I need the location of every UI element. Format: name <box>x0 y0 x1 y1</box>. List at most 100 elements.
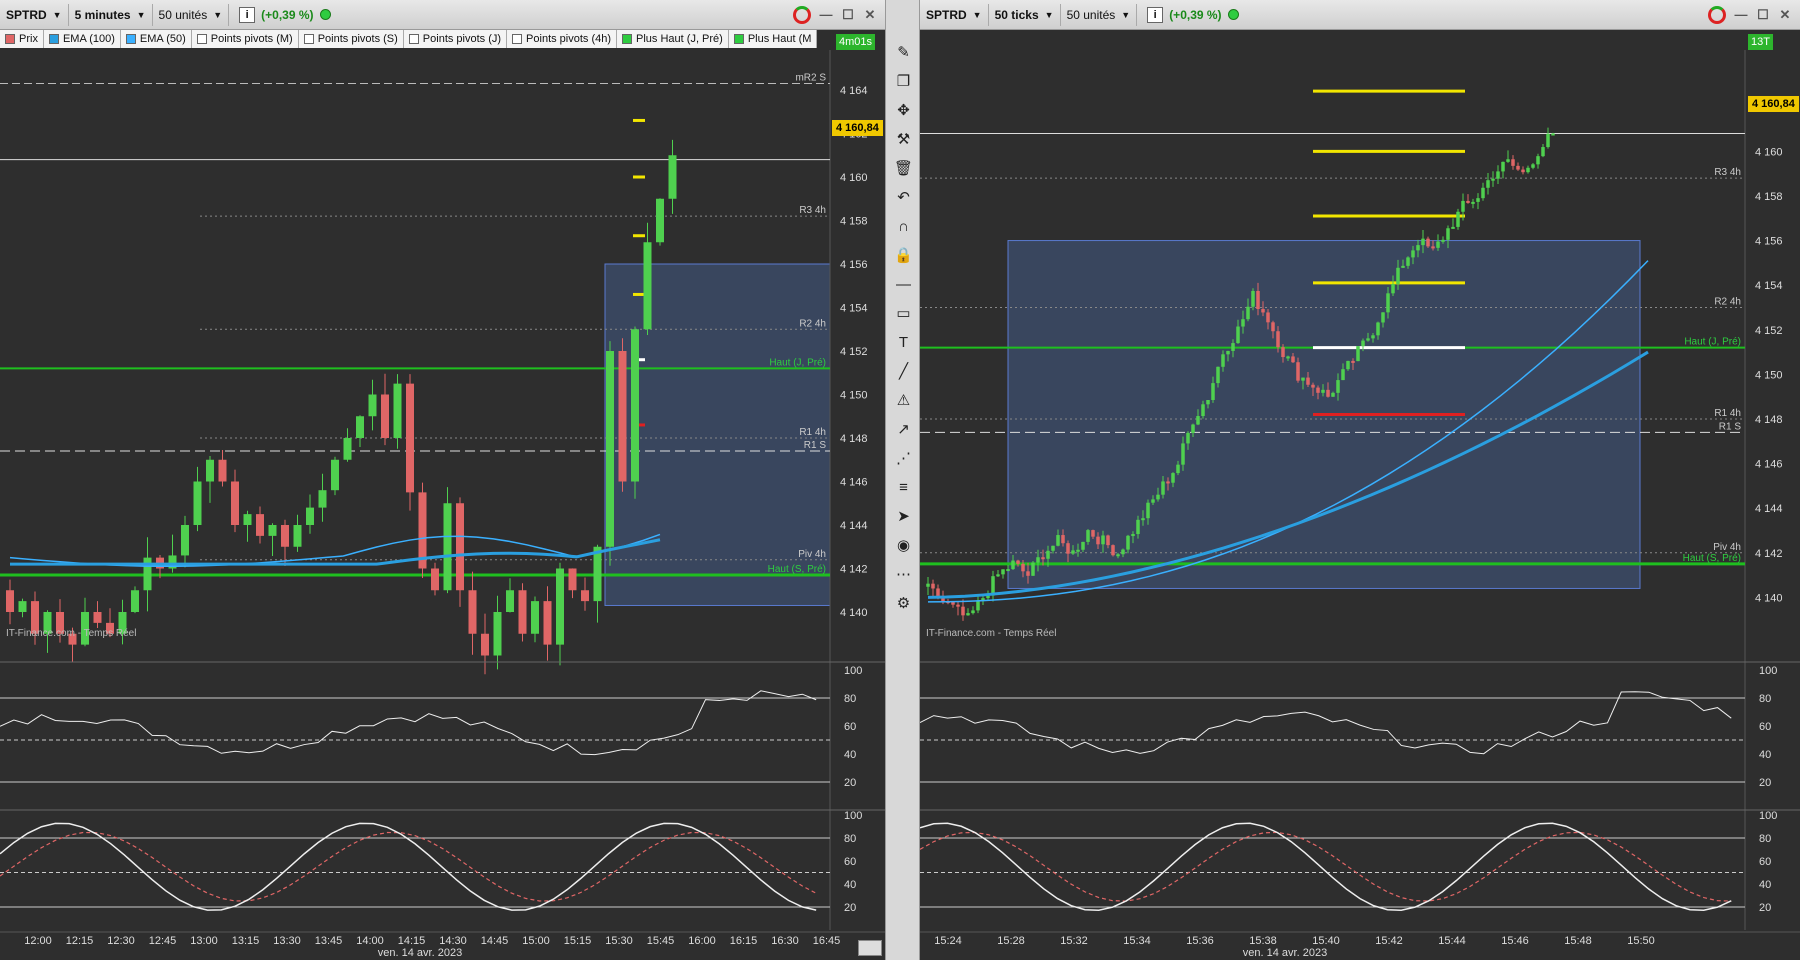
info-icon[interactable]: i <box>239 6 256 23</box>
candle-body[interactable] <box>1551 133 1555 136</box>
move-icon[interactable]: ✥ <box>891 98 916 122</box>
candle-body[interactable] <box>668 155 677 199</box>
candle-body[interactable] <box>1186 432 1190 444</box>
candle-body[interactable] <box>1021 563 1025 572</box>
candle-body[interactable] <box>1056 535 1060 546</box>
minimize-icon[interactable]: — <box>819 7 833 22</box>
candle-body[interactable] <box>406 383 414 493</box>
candle-body[interactable] <box>181 525 189 556</box>
candle-body[interactable] <box>1046 550 1050 559</box>
stoch-signal-line[interactable] <box>0 831 817 902</box>
candle-body[interactable] <box>6 590 14 612</box>
candle-body[interactable] <box>1446 228 1450 240</box>
magnet-icon[interactable]: ∩ <box>891 214 916 238</box>
candle-body[interactable] <box>1211 383 1215 400</box>
candle-body[interactable] <box>1136 519 1140 535</box>
candle-body[interactable] <box>1011 560 1015 570</box>
trash-icon[interactable]: 🗑 <box>891 156 916 180</box>
candle-body[interactable] <box>1206 399 1210 405</box>
candle-body[interactable] <box>1536 156 1540 165</box>
close-icon[interactable]: ✕ <box>1778 7 1792 22</box>
candle-body[interactable] <box>543 601 552 645</box>
candle-body[interactable] <box>293 525 302 547</box>
candle-body[interactable] <box>93 612 102 623</box>
candle-body[interactable] <box>1181 443 1185 465</box>
candle-body[interactable] <box>1086 530 1090 542</box>
candle-body[interactable] <box>1041 557 1045 560</box>
minimize-icon[interactable]: — <box>1734 7 1748 22</box>
tools-icon[interactable]: ⚒ <box>891 127 916 151</box>
candle-body[interactable] <box>1376 322 1380 336</box>
candle-body[interactable] <box>531 601 539 634</box>
candle-body[interactable] <box>468 590 477 634</box>
candle-body[interactable] <box>1161 481 1165 495</box>
candle-body[interactable] <box>393 383 402 438</box>
candle-body[interactable] <box>1151 499 1155 503</box>
candle-body[interactable] <box>1256 290 1260 310</box>
candle-body[interactable] <box>1371 335 1375 339</box>
candle-body[interactable] <box>1266 312 1270 323</box>
candle-body[interactable] <box>1541 147 1545 157</box>
candle-body[interactable] <box>1336 380 1340 393</box>
candle-body[interactable] <box>956 604 960 607</box>
copy-icon[interactable]: ❐ <box>891 69 916 93</box>
candle-body[interactable] <box>1221 354 1225 367</box>
candle-body[interactable] <box>961 606 965 616</box>
candle-body[interactable] <box>1361 340 1365 347</box>
candle-body[interactable] <box>1341 369 1345 381</box>
candle-body[interactable] <box>1286 356 1290 359</box>
candle-body[interactable] <box>1406 257 1410 266</box>
candle-body[interactable] <box>951 602 955 605</box>
cursor-icon[interactable]: ➤ <box>891 504 916 528</box>
candle-body[interactable] <box>606 351 614 547</box>
candle-body[interactable] <box>1496 171 1500 179</box>
maximize-icon[interactable]: ☐ <box>841 7 855 22</box>
candle-body[interactable] <box>143 557 152 591</box>
units-select[interactable]: 50 unités ▼ <box>1061 3 1138 26</box>
candle-body[interactable] <box>1491 178 1495 181</box>
candle-body[interactable] <box>206 459 214 482</box>
candle-body[interactable] <box>1016 560 1020 564</box>
candle-body[interactable] <box>1126 535 1130 550</box>
candle-body[interactable] <box>1081 541 1085 550</box>
candle-body[interactable] <box>1106 535 1110 546</box>
candle-body[interactable] <box>656 198 664 243</box>
interval-select[interactable]: 50 ticks ▼ <box>989 3 1061 26</box>
rsi-line[interactable] <box>920 691 1732 755</box>
candle-body[interactable] <box>1026 571 1030 576</box>
candle-body[interactable] <box>1176 464 1180 474</box>
candle-body[interactable] <box>281 525 289 547</box>
candle-body[interactable] <box>1476 198 1480 202</box>
candle-body[interactable] <box>1351 360 1355 363</box>
candle-body[interactable] <box>1001 569 1005 575</box>
candle-body[interactable] <box>1441 239 1445 242</box>
candle-body[interactable] <box>593 546 602 602</box>
candle-body[interactable] <box>941 598 945 602</box>
ruler-icon[interactable]: ▭ <box>891 301 916 325</box>
trendline-icon[interactable]: ╱ <box>891 359 916 383</box>
candle-body[interactable] <box>926 583 930 587</box>
candle-body[interactable] <box>1116 554 1120 557</box>
candle-body[interactable] <box>218 459 227 482</box>
candle-body[interactable] <box>193 481 202 526</box>
candle-body[interactable] <box>1236 326 1240 344</box>
maximize-icon[interactable]: ☐ <box>1756 7 1770 22</box>
candle-body[interactable] <box>456 503 464 591</box>
candle-body[interactable] <box>1486 180 1490 188</box>
refresh-icon[interactable] <box>1708 5 1726 24</box>
candle-body[interactable] <box>18 601 27 612</box>
candle-body[interactable] <box>1191 424 1195 433</box>
candle-body[interactable] <box>1261 309 1265 313</box>
candle-body[interactable] <box>1251 290 1255 307</box>
candle-body[interactable] <box>1386 293 1390 313</box>
candle-body[interactable] <box>1296 362 1300 381</box>
arrow-icon[interactable]: ↗ <box>891 417 916 441</box>
hline-icon[interactable]: — <box>891 272 916 296</box>
candle-body[interactable] <box>631 329 639 482</box>
candle-body[interactable] <box>1201 404 1205 417</box>
alert-icon[interactable]: ⚠ <box>891 388 916 412</box>
candle-body[interactable] <box>1401 265 1405 268</box>
candle-body[interactable] <box>331 459 339 491</box>
candle-body[interactable] <box>1246 306 1250 320</box>
candle-body[interactable] <box>1421 238 1425 246</box>
